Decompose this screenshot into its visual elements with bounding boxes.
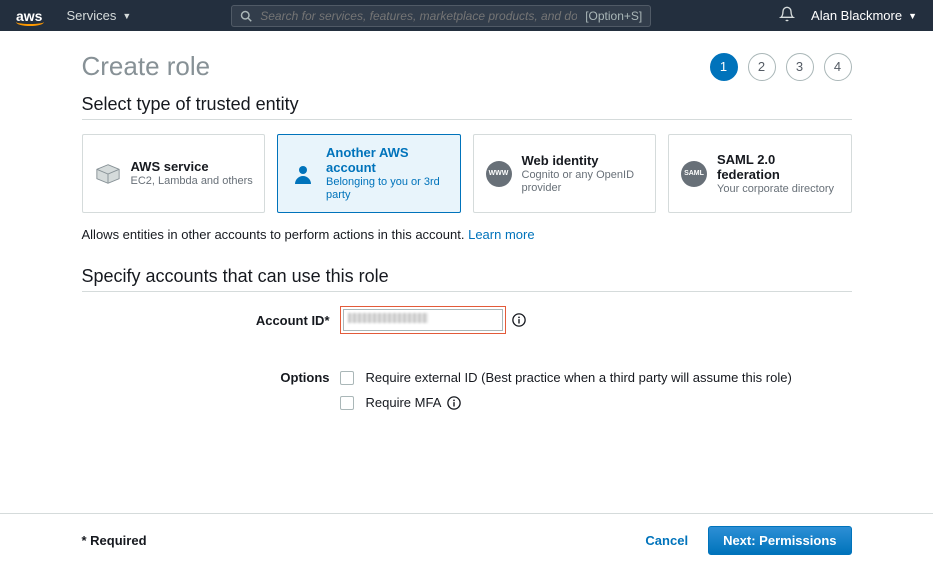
saml-icon: SAML: [681, 161, 707, 187]
global-search[interactable]: [Option+S]: [231, 5, 651, 27]
user-icon: [290, 161, 316, 187]
services-label: Services: [66, 8, 116, 23]
redacted-value: [348, 313, 428, 323]
entity-title: Web identity: [522, 153, 646, 168]
entity-title: AWS service: [131, 159, 253, 174]
require-mfa-checkbox[interactable]: [340, 396, 354, 410]
wizard-step-4[interactable]: 4: [824, 53, 852, 81]
require-mfa-label: Require MFA: [366, 395, 442, 410]
aws-logo[interactable]: aws: [16, 8, 42, 24]
entity-subtitle: Belonging to you or 3rd party: [326, 176, 450, 202]
entity-title: SAML 2.0 federation: [717, 152, 841, 182]
wizard-step-1[interactable]: 1: [710, 53, 738, 81]
entity-subtitle: Cognito or any OpenID provider: [522, 169, 646, 195]
required-indicator: * Required: [82, 533, 147, 548]
search-shortcut-hint: [Option+S]: [585, 9, 642, 23]
wizard-steps: 1 2 3 4: [710, 53, 852, 81]
trusted-entity-help-text: Allows entities in other accounts to per…: [82, 227, 852, 242]
entity-subtitle: EC2, Lambda and others: [131, 175, 253, 188]
user-menu[interactable]: Alan Blackmore ▼: [811, 8, 917, 23]
chevron-down-icon: ▼: [122, 11, 131, 21]
box-icon: [95, 161, 121, 187]
search-icon: [240, 10, 252, 22]
wizard-step-2[interactable]: 2: [748, 53, 776, 81]
wizard-step-3[interactable]: 3: [786, 53, 814, 81]
entity-title: Another AWS account: [326, 145, 450, 175]
account-id-label: Account ID*: [82, 313, 340, 328]
chevron-down-icon: ▼: [908, 11, 917, 21]
entity-card-web-identity[interactable]: WWW Web identity Cognito or any OpenID p…: [473, 134, 657, 213]
www-icon: WWW: [486, 161, 512, 187]
cancel-button[interactable]: Cancel: [645, 533, 688, 548]
learn-more-link[interactable]: Learn more: [468, 227, 534, 242]
entity-subtitle: Your corporate directory: [717, 183, 841, 196]
search-input[interactable]: [260, 9, 577, 23]
user-name: Alan Blackmore: [811, 8, 902, 23]
section-title-specify-accounts: Specify accounts that can use this role: [82, 266, 852, 292]
entity-card-aws-service[interactable]: AWS service EC2, Lambda and others: [82, 134, 266, 213]
page-title: Create role: [82, 51, 211, 82]
info-icon[interactable]: [447, 396, 461, 410]
section-title-trusted-entity: Select type of trusted entity: [82, 94, 852, 120]
notifications-icon[interactable]: [779, 6, 795, 25]
require-external-id-label: Require external ID (Best practice when …: [366, 370, 792, 385]
require-external-id-checkbox[interactable]: [340, 371, 354, 385]
entity-card-saml[interactable]: SAML SAML 2.0 federation Your corporate …: [668, 134, 852, 213]
services-menu[interactable]: Services ▼: [66, 8, 131, 23]
info-icon[interactable]: [512, 313, 526, 327]
options-label: Options: [82, 370, 340, 385]
next-permissions-button[interactable]: Next: Permissions: [708, 526, 851, 555]
entity-card-another-account[interactable]: Another AWS account Belonging to you or …: [277, 134, 461, 213]
